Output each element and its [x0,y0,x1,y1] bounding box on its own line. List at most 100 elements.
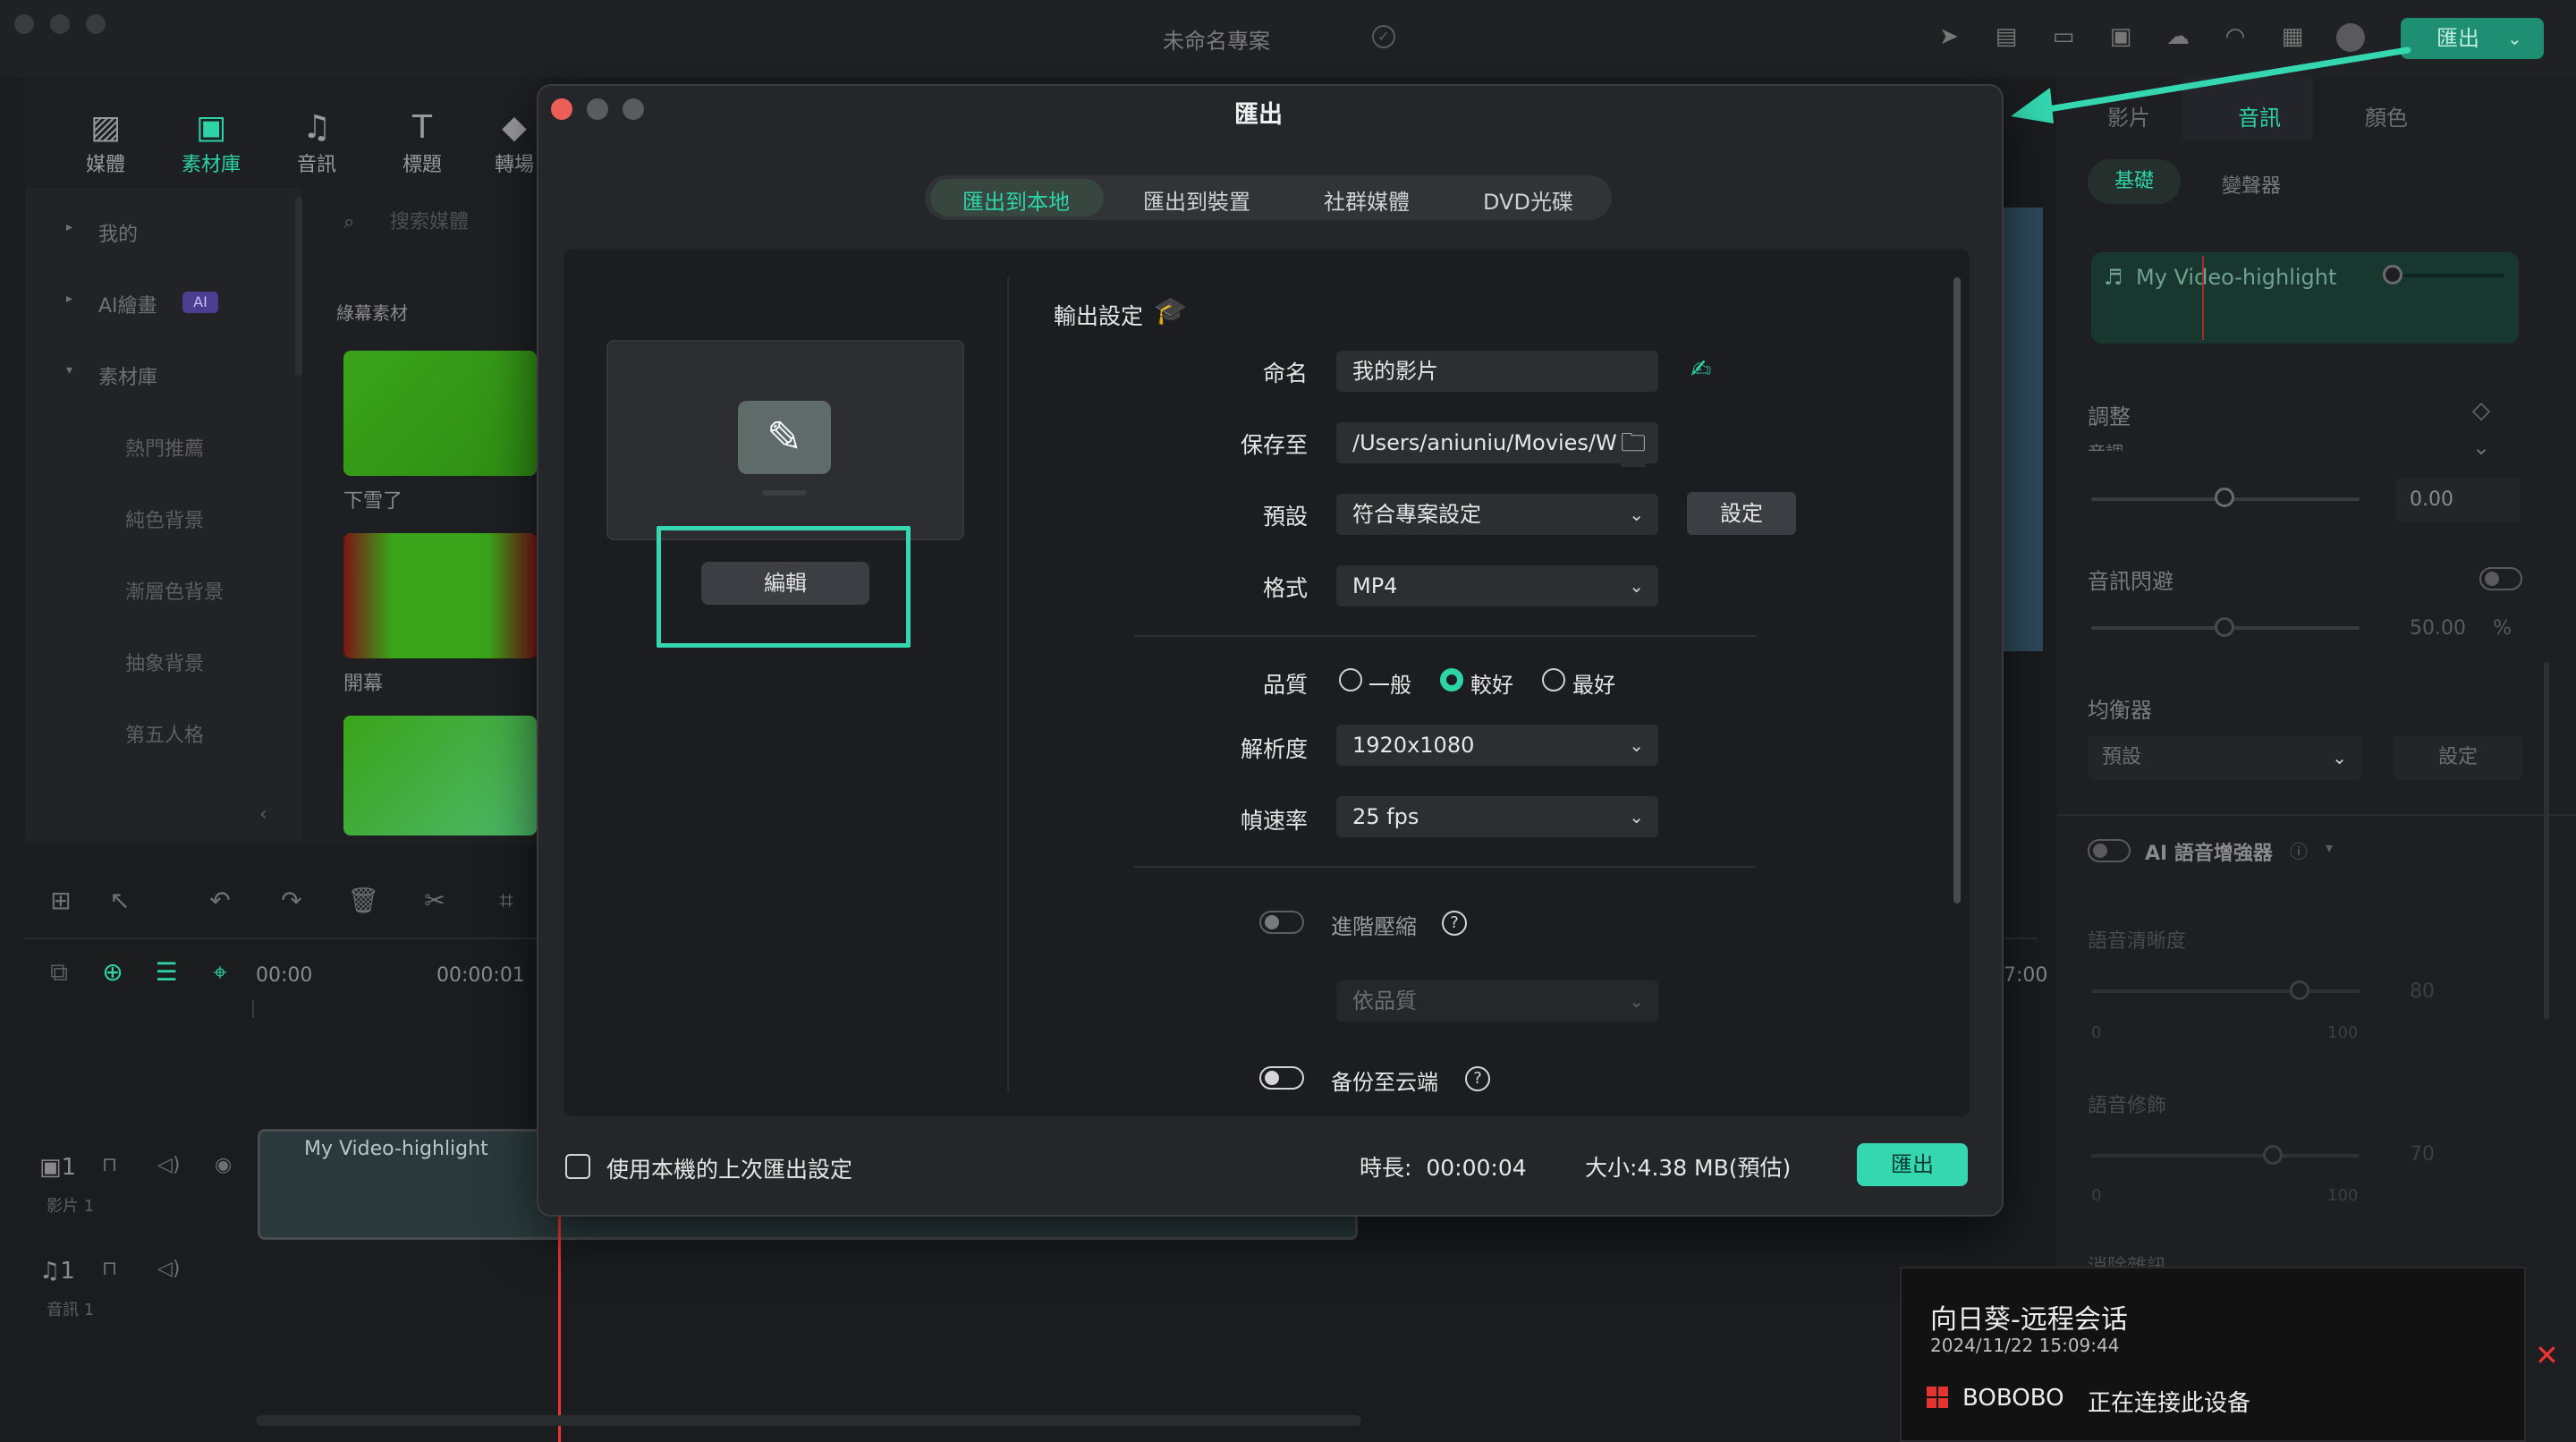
thumb-snow[interactable] [343,351,537,476]
caret-down-icon[interactable]: ▾ [2326,839,2333,856]
chevron-down-icon[interactable]: ⌄ [2472,435,2490,460]
nav-tab-media[interactable]: ▨ 媒體 [70,107,141,177]
help-icon[interactable]: ? [1465,1066,1490,1091]
window-zoom-dot[interactable] [86,14,106,34]
quality-better-radio[interactable] [1440,668,1463,691]
subtab-voice-changer[interactable]: 變聲器 [2222,170,2281,199]
tree-item-ai[interactable]: AI繪畫 [98,290,157,318]
ai-enhancer-toggle[interactable] [2088,839,2131,862]
cloud-backup-toggle[interactable] [1259,1066,1304,1090]
audio-volume-knob[interactable] [2383,265,2402,284]
name-input[interactable]: 我的影片 [1336,351,1658,392]
eq-preset-select[interactable]: 預設 ⌄ [2088,735,2361,780]
search-input[interactable]: 搜索媒體 [390,206,469,234]
dialog-zoom-dot[interactable] [623,98,644,120]
crop-icon[interactable]: ⌗ [488,886,524,916]
lock-icon[interactable]: ⊓ [102,1154,117,1176]
nav-tab-title[interactable]: T 標題 [386,107,458,177]
link-icon[interactable]: ⊕ [95,957,131,987]
nav-tab-audio[interactable]: ♫ 音訊 [281,107,352,177]
beauty-slider[interactable] [2091,1154,2360,1158]
help-icon[interactable]: ⓘ [2290,837,2308,863]
tree-item-library[interactable]: 素材庫 [98,361,157,390]
window-close-dot[interactable] [14,14,34,34]
window-minimize-dot[interactable] [50,14,70,34]
ducking-toggle[interactable] [2479,567,2522,590]
dialog-minimize-dot[interactable] [587,98,608,120]
clarity-value[interactable]: 80 [2395,970,2521,1014]
beauty-knob[interactable] [2263,1145,2283,1165]
tree-scrollbar[interactable] [295,197,302,376]
clarity-slider[interactable] [2091,989,2360,993]
folder-icon[interactable]: 🗀 [1621,424,1647,467]
ducking-value[interactable]: 50.00 % [2395,606,2521,651]
edit-thumbnail-button[interactable]: 編輯 [701,562,869,605]
caret-right-icon: ▸ [66,292,73,306]
tree-sub-item[interactable]: 熱門推薦 [125,433,204,462]
export-button[interactable]: 匯出 [1857,1143,1968,1186]
audio-volume-track[interactable] [2386,274,2504,277]
dialog-title: 匯出 [1234,101,1283,129]
dialog-close-dot[interactable] [551,98,572,120]
chevron-down-icon: ⌄ [1629,575,1644,597]
undo-icon[interactable]: ↶ [202,886,238,915]
layout-grid-icon[interactable]: ⊞ [43,886,79,915]
tree-item-mine[interactable]: 我的 [98,218,138,247]
ai-rename-icon[interactable]: ✍ [1690,354,1711,384]
resolution-select[interactable]: 1920x1080 ⌄ [1336,725,1658,766]
adjust-label: 調整 [2088,404,2131,429]
tree-sub-item[interactable]: 抽象背景 [125,648,204,676]
close-icon[interactable]: ✕ [2535,1338,2559,1372]
lock-icon[interactable]: ⊓ [102,1258,117,1280]
preset-settings-button[interactable]: 設定 [1687,492,1796,535]
nav-tab-transition[interactable]: ◆ 轉場 [492,107,537,177]
select-tool-icon[interactable]: ↖ [102,886,138,915]
preset-select[interactable]: 符合專案設定 ⌄ [1336,494,1658,535]
snap-icon[interactable]: ⌖ [202,957,238,988]
search-icon: ⌕ [343,211,355,233]
tab-dvd[interactable]: DVD光碟 [1483,184,1573,216]
ducking-knob[interactable] [2215,617,2234,637]
graduation-cap-icon[interactable]: 🎓 [1154,295,1187,327]
advanced-compression-toggle[interactable] [1259,911,1304,934]
collapse-panel-icon[interactable]: ‹ [259,803,267,826]
share-icon[interactable]: ➤ [1936,23,1962,50]
eye-icon[interactable]: ◉ [215,1154,232,1176]
pitch-knob[interactable] [2215,488,2234,507]
tab-export-local[interactable]: 匯出到本地 [962,184,1070,216]
save-path-input[interactable]: /Users/aniuniu/Movies/W [1336,422,1658,463]
thumb-curtain[interactable] [343,533,537,658]
tab-social-media[interactable]: 社群媒體 [1324,184,1410,216]
quality-best-radio[interactable] [1542,668,1565,691]
beauty-value[interactable]: 70 [2395,1132,2521,1177]
redo-icon[interactable]: ↷ [274,886,309,915]
subtab-basic[interactable]: 基礎 [2088,159,2181,204]
pitch-value[interactable]: 0.00 [2395,478,2521,522]
volume-icon[interactable]: ◁) [157,1258,181,1280]
frame-rate-select[interactable]: 25 fps ⌄ [1336,796,1658,837]
clip-name: My Video-highlight [304,1138,488,1160]
cut-icon[interactable]: ✂ [417,886,453,915]
add-track-icon[interactable]: ⧉ [41,957,77,988]
format-select[interactable]: MP4 ⌄ [1336,565,1658,606]
keyframe-icon[interactable]: ◇ [2472,397,2490,424]
nav-tab-library[interactable]: ▣ 素材庫 [175,107,247,177]
right-panel-scrollbar[interactable] [2544,662,2549,1020]
volume-icon[interactable]: ◁) [157,1154,181,1176]
quality-normal-radio[interactable] [1339,668,1362,691]
tree-sub-item[interactable]: 第五人格 [125,719,204,748]
tree-sub-item[interactable]: 純色背景 [125,505,204,533]
eq-set-button[interactable]: 設定 [2394,735,2522,780]
thumb-lightning[interactable] [343,716,537,836]
clarity-knob[interactable] [2290,980,2309,1000]
delete-icon[interactable]: 🗑 [345,886,381,915]
compression-mode-select[interactable]: 依品質 ⌄ [1336,980,1658,1022]
use-last-settings-checkbox[interactable] [565,1154,590,1179]
timeline-scrollbar[interactable] [256,1415,1361,1426]
help-icon[interactable]: ? [1442,911,1467,936]
tree-sub-item[interactable]: 漸層色背景 [125,576,224,605]
track-manage-icon[interactable]: ☰ [148,957,184,987]
tab-export-device[interactable]: 匯出到裝置 [1143,184,1250,216]
chevron-down-icon[interactable]: ⌄ [2507,18,2534,59]
settings-scrollbar[interactable] [1953,277,1961,903]
